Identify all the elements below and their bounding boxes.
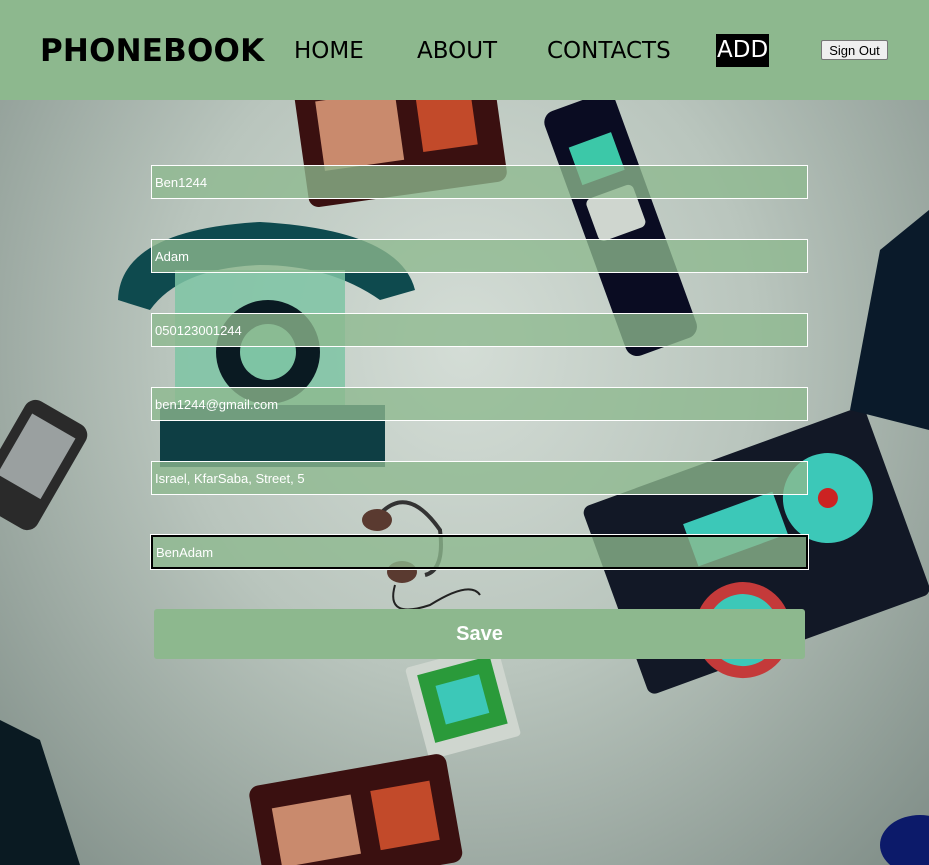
email-field[interactable] xyxy=(151,387,808,421)
cassette-player-icon xyxy=(405,644,521,760)
background-illustration xyxy=(0,48,929,865)
nav-home[interactable]: HOME xyxy=(294,37,364,65)
nav-add[interactable]: ADD xyxy=(716,34,770,67)
remote-icon xyxy=(0,399,88,531)
phone-field[interactable] xyxy=(151,313,808,347)
sign-out-button[interactable]: Sign Out xyxy=(821,40,888,60)
nickname-field[interactable] xyxy=(151,535,808,569)
nav-about[interactable]: ABOUT xyxy=(417,37,497,65)
address-field[interactable] xyxy=(151,461,808,495)
radio-icon xyxy=(249,754,463,865)
username-field[interactable] xyxy=(151,165,808,199)
nav-contacts[interactable]: CONTACTS xyxy=(547,37,671,65)
last-name-field[interactable] xyxy=(151,239,808,273)
brand-logo[interactable]: PHONEBOOK xyxy=(40,33,264,69)
navbar: PHONEBOOK HOME ABOUT CONTACTS ADD Sign O… xyxy=(0,0,929,100)
save-button[interactable]: Save xyxy=(154,609,805,659)
